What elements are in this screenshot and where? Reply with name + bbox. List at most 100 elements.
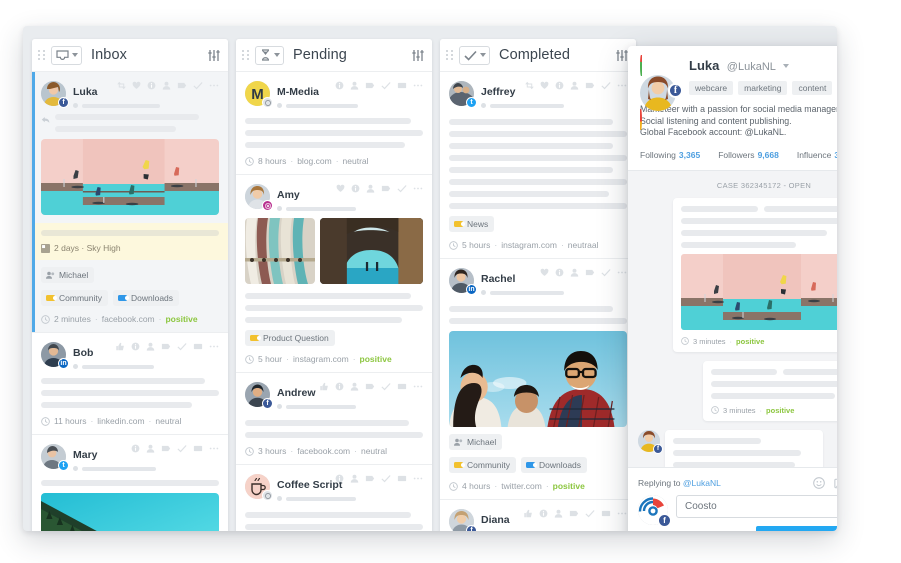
card-actions[interactable] <box>336 184 423 193</box>
tag-icon <box>46 295 57 301</box>
card-actions[interactable] <box>117 81 219 90</box>
tag-chip[interactable]: Downloads <box>520 457 588 473</box>
assignee-chip[interactable]: Michael <box>41 267 95 283</box>
assignee-chip[interactable]: Michael <box>449 434 503 450</box>
card-footer: 5 hour · instagram.com · positive <box>245 354 423 364</box>
linkedin-badge-icon: in <box>466 284 477 295</box>
clock-icon <box>245 156 254 166</box>
info-icon <box>351 184 360 193</box>
card-quote <box>41 114 219 132</box>
card-assignee-row: Michael <box>41 267 219 283</box>
profile-tag[interactable]: content <box>792 81 833 95</box>
column-filter-button[interactable] <box>615 49 629 62</box>
card-actions[interactable] <box>524 509 627 518</box>
card-media-friends[interactable] <box>449 331 627 427</box>
inbox-icon-button[interactable] <box>51 45 82 65</box>
card-sentiment: neutral <box>360 446 387 456</box>
column-body-inbox[interactable]: f Luka 2 days · Sky High Michael Communi… <box>32 72 228 531</box>
message-bubble: 3 minutes · positive <box>673 197 837 352</box>
card-amy[interactable]: Amy Product Question 5 hour · instagram.… <box>236 175 432 373</box>
info-icon <box>555 81 564 90</box>
thread-message[interactable]: 3 minutes · positive f <box>638 360 837 421</box>
card-actions[interactable] <box>116 342 219 351</box>
card-actions[interactable] <box>320 382 423 391</box>
pending-icon-button[interactable] <box>255 45 284 65</box>
drag-handle-icon[interactable] <box>445 49 454 62</box>
tag-icon <box>585 82 595 89</box>
thumbs-up-icon <box>320 382 328 391</box>
send-and-complete-button[interactable]: SEND AND COMPLETE <box>755 526 837 531</box>
profile-handle: @LukaNL <box>726 61 776 73</box>
card-media-sea-arch[interactable] <box>320 218 423 284</box>
drag-handle-icon[interactable] <box>37 49 46 62</box>
card-rachel[interactable]: in Rachel Michael Community Downloads 4 … <box>440 259 636 500</box>
composer-tools[interactable] <box>813 477 837 489</box>
profile-tag[interactable]: marketing <box>738 81 788 95</box>
card-mary[interactable]: t Mary <box>32 435 228 531</box>
profile-bio-line: Global Facebook account: @LukaNL. <box>640 127 787 137</box>
tag-icon <box>585 269 595 276</box>
card-actions[interactable] <box>540 268 627 277</box>
card-media-surfboards[interactable] <box>245 218 315 284</box>
column-body-pending[interactable]: M M-Media 8 hours · blog.com · neutral A… <box>236 72 432 531</box>
assignee-name: Michael <box>467 437 497 447</box>
tag-chip[interactable]: Community <box>41 290 108 306</box>
card-media-forest[interactable] <box>41 493 219 531</box>
column-filter-button[interactable] <box>411 49 425 62</box>
profile-name: Luka <box>689 58 720 73</box>
card-diana[interactable]: f Diana <box>440 500 636 531</box>
conversation-thread[interactable]: CASE 362345172 - OPEN 3 minutes · positi… <box>628 171 837 467</box>
card-sentiment: positive <box>359 354 392 364</box>
thread-message[interactable]: 3 minutes · positive f <box>638 197 837 352</box>
envelope-icon <box>397 475 407 482</box>
chevron-down-icon[interactable] <box>783 64 790 68</box>
card-coffee-script[interactable]: Coffee Script <box>236 465 432 531</box>
friends-sky-image <box>449 331 627 427</box>
column-filter-button[interactable] <box>207 49 221 62</box>
card-andrew[interactable]: f Andrew 3 hours · facebook.com · neutra… <box>236 373 432 465</box>
more-options-icon <box>209 84 219 87</box>
column-body-completed[interactable]: t Jeffrey News 5 hours · instagram.com ·… <box>440 72 636 531</box>
users-icon <box>46 271 55 279</box>
assign-user-icon <box>350 382 359 391</box>
completed-icon-button[interactable] <box>459 45 490 65</box>
blog-badge-icon <box>262 97 273 108</box>
card-luka[interactable]: f Luka 2 days · Sky High Michael Communi… <box>32 72 228 333</box>
chevron-down-icon <box>480 53 486 57</box>
card-jeffrey[interactable]: t Jeffrey News 5 hours · instagram.com ·… <box>440 72 636 259</box>
tag-chip[interactable]: Community <box>449 457 516 473</box>
sliders-icon <box>616 49 628 61</box>
tag-label: Product Question <box>263 333 329 343</box>
card-media-skaters[interactable] <box>41 139 219 215</box>
profile-tag[interactable]: webcare <box>689 81 734 95</box>
clock-icon <box>245 446 254 456</box>
column-title: Inbox <box>91 47 127 63</box>
forest-hill-image <box>41 493 219 531</box>
composer-avatar-coosto: f <box>638 495 671 527</box>
replying-to-handle[interactable]: @LukaNL <box>683 478 721 488</box>
card-sentiment: positive <box>165 314 198 324</box>
card-footer: 4 hours · twitter.com · positive <box>449 481 627 491</box>
drag-handle-icon[interactable] <box>241 49 250 62</box>
card-actions[interactable] <box>525 81 627 90</box>
thread-message[interactable]: f 2 minutes · positive <box>638 429 837 467</box>
card-actions[interactable] <box>335 474 423 483</box>
card-bob[interactable]: in Bob 11 hours · linkedin.com · neutral <box>32 333 228 435</box>
tag-chip[interactable]: Downloads <box>112 290 180 306</box>
avatar: t <box>449 81 477 108</box>
card-m-media[interactable]: M M-Media 8 hours · blog.com · neutral <box>236 72 432 175</box>
card-actions[interactable] <box>131 444 219 453</box>
tag-chip[interactable]: News <box>449 216 495 232</box>
message-media-skaters[interactable] <box>681 253 837 330</box>
tag-icon <box>381 185 391 192</box>
tag-icon <box>569 510 579 517</box>
card-media-grid[interactable] <box>245 218 423 284</box>
message-bubble: 2 minutes · positive <box>665 429 823 467</box>
tag-chip[interactable]: Product Question <box>245 330 335 346</box>
blog-badge-icon <box>262 490 273 501</box>
replying-to-label: Replying to @LukaNL <box>638 478 721 488</box>
reply-input[interactable]: Coosto <box>676 495 837 518</box>
card-actions[interactable] <box>335 81 423 90</box>
retweet-icon <box>525 81 534 90</box>
case-label: CASE 362345172 - OPEN <box>716 180 812 190</box>
